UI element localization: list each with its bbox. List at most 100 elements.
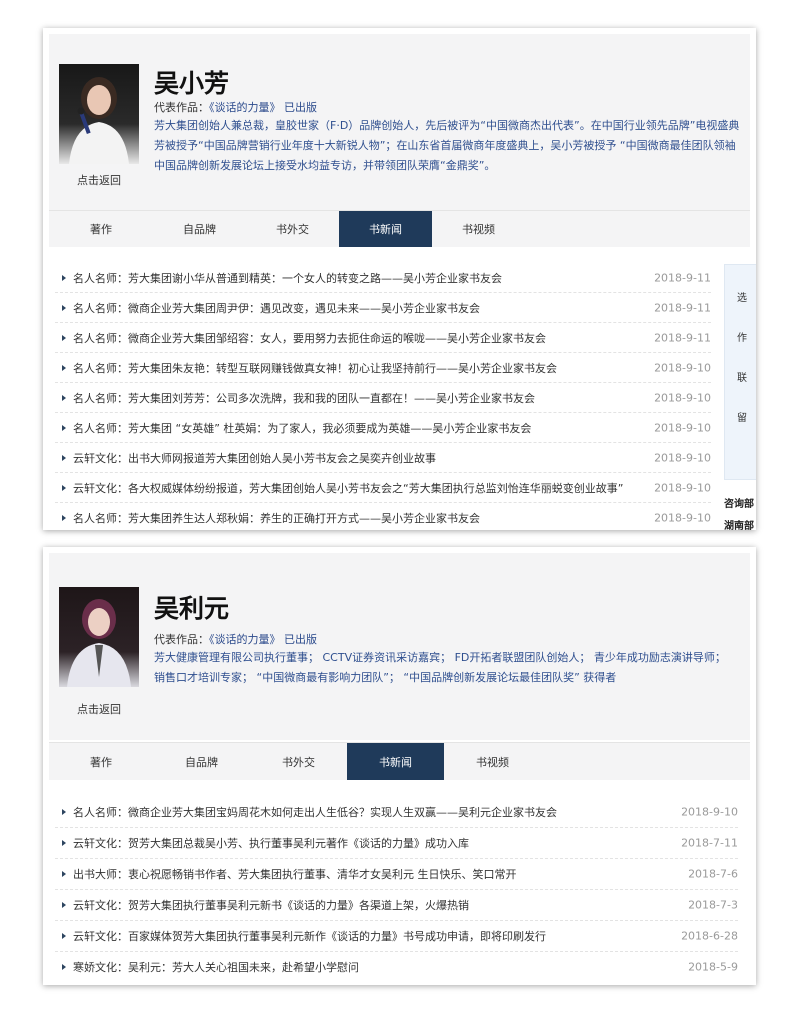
author-avatar[interactable] <box>59 64 139 164</box>
news-title[interactable]: 名人名师：芳大集团朱友艳：转型互联网赚钱做真女神！初心让我坚持前行——吴小芳企业… <box>73 360 557 376</box>
author-header: 点击返回 吴利元 代表作品：《谈话的力量》 已出版 芳大健康管理有限公司执行董事… <box>49 553 750 740</box>
tab-book-news[interactable]: 书新闻 <box>339 211 432 247</box>
bio-line: 芳大健康管理有限公司执行董事； CCTV证券资讯采访嘉宾； FD开拓者联盟团队创… <box>154 651 726 664</box>
tab-own-brand[interactable]: 自品牌 <box>153 211 246 247</box>
author-bio: 芳大健康管理有限公司执行董事； CCTV证券资讯采访嘉宾； FD开拓者联盟团队创… <box>154 648 750 688</box>
news-date: 2018-9-10 <box>654 451 711 464</box>
triangle-bullet-icon <box>62 364 66 371</box>
news-item[interactable]: 云轩文化：出书大师网报道芳大集团创始人吴小芳书友会之吴奕卉创业故事 2018-9-… <box>55 443 711 473</box>
news-item[interactable]: 云轩文化：贺芳大集团总裁吴小芳、执行董事吴利元著作《谈话的力量》成功入库 2018… <box>55 828 738 859</box>
tab-book-diplomacy[interactable]: 书外交 <box>250 743 347 780</box>
works-label: 代表作品： <box>154 633 209 646</box>
news-title[interactable]: 名人名师：芳大集团 “女英雄” 杜英娟：为了家人，我必须要成为英雄——吴小芳企业… <box>73 420 531 436</box>
news-item[interactable]: 名人名师：微商企业芳大集团宝妈周花木如何走出人生低谷？实现人生双赢——吴利元企业… <box>55 797 738 828</box>
back-link[interactable]: 点击返回 <box>59 172 139 188</box>
news-title[interactable]: 名人名师：芳大集团养生达人郑秋娟：养生的正确打开方式——吴小芳企业家书友会 <box>73 510 480 526</box>
author-card-wu-xiaofang: 点击返回 吴小芳 代表作品：《谈话的力量》 已出版 芳大集团创始人兼总裁，皇胶世… <box>43 28 756 530</box>
news-item[interactable]: 名人名师：芳大集团朱友艳：转型互联网赚钱做真女神！初心让我坚持前行——吴小芳企业… <box>55 353 711 383</box>
news-title[interactable]: 云轩文化：贺芳大集团总裁吴小芳、执行董事吴利元著作《谈话的力量》成功入库 <box>73 835 469 851</box>
works-title-link[interactable]: 《谈话的力量》 <box>209 101 281 114</box>
author-tabs: 著作 自品牌 书外交 书新闻 书视频 <box>49 210 750 247</box>
news-title[interactable]: 云轩文化：贺芳大集团执行董事吴利元新书《谈话的力量》各渠道上架，火爆热销 <box>73 897 469 913</box>
tab-book-video[interactable]: 书视频 <box>444 743 541 780</box>
triangle-bullet-icon <box>62 933 66 939</box>
triangle-bullet-icon <box>62 334 66 341</box>
side-service-panel: 选 作 联 留 <box>724 264 756 480</box>
news-date: 2018-9-10 <box>681 805 738 819</box>
news-date: 2018-5-9 <box>688 960 738 974</box>
news-list: 名人名师：芳大集团谢小华从普通到精英：一个女人的转变之路——吴小芳企业家书友会 2… <box>55 263 711 530</box>
works-status: 已出版 <box>284 633 317 646</box>
triangle-bullet-icon <box>62 840 66 846</box>
news-item[interactable]: 名人名师：微商企业芳大集团周尹伊：遇见改变，遇见未来——吴小芳企业家书友会 201… <box>55 293 711 323</box>
author-header: 点击返回 吴小芳 代表作品：《谈话的力量》 已出版 芳大集团创始人兼总裁，皇胶世… <box>49 34 750 210</box>
news-title[interactable]: 云轩文化：各大权威媒体纷纷报道，芳大集团创始人吴小芳书友会之“芳大集团执行总监刘… <box>73 480 623 496</box>
news-item[interactable]: 寒娇文化：吴利元：芳大人关心祖国未来，赴希望小学慰问 2018-5-9 <box>55 952 738 982</box>
author-name: 吴小芳 <box>154 69 230 98</box>
bio-line: 中国品牌创新发展论坛上接受水均益专访，并带领团队荣膺“金鼎奖”。 <box>154 159 496 172</box>
news-title[interactable]: 名人名师：芳大集团谢小华从普通到精英：一个女人的转变之路——吴小芳企业家书友会 <box>73 270 502 286</box>
side-item[interactable]: 作 <box>737 329 747 344</box>
news-title[interactable]: 云轩文化：出书大师网报道芳大集团创始人吴小芳书友会之吴奕卉创业故事 <box>73 450 436 466</box>
tab-own-brand[interactable]: 自品牌 <box>153 743 250 780</box>
news-date: 2018-9-10 <box>654 511 711 524</box>
triangle-bullet-icon <box>62 394 66 401</box>
news-item[interactable]: 名人名师：芳大集团养生达人郑秋娟：养生的正确打开方式——吴小芳企业家书友会 201… <box>55 503 711 530</box>
news-item[interactable]: 名人名师：芳大集团刘芳芳：公司多次洗牌，我和我的团队一直都在！——吴小芳企业家书… <box>55 383 711 413</box>
side-item[interactable]: 选 <box>737 289 747 304</box>
news-item[interactable]: 云轩文化：贺芳大集团执行董事吴利元新书《谈话的力量》各渠道上架，火爆热销 2018… <box>55 890 738 921</box>
triangle-bullet-icon <box>62 514 66 521</box>
tab-book-news[interactable]: 书新闻 <box>347 743 444 780</box>
works-title-link[interactable]: 《谈话的力量》 <box>209 633 281 646</box>
news-date: 2018-9-10 <box>654 481 711 494</box>
representative-works: 代表作品：《谈话的力量》 已出版 <box>154 99 317 115</box>
news-title[interactable]: 名人名师：微商企业芳大集团宝妈周花木如何走出人生低谷？实现人生双赢——吴利元企业… <box>73 804 557 820</box>
triangle-bullet-icon <box>62 902 66 908</box>
news-item[interactable]: 名人名师：芳大集团 “女英雄” 杜英娟：为了家人，我必须要成为英雄——吴小芳企业… <box>55 413 711 443</box>
tab-book-diplomacy[interactable]: 书外交 <box>246 211 339 247</box>
news-item[interactable]: 云轩文化：百家媒体贺芳大集团执行董事吴利元新作《谈话的力量》书号成功申请，即将印… <box>55 921 738 952</box>
triangle-bullet-icon <box>62 484 66 491</box>
news-date: 2018-9-11 <box>654 271 711 284</box>
triangle-bullet-icon <box>62 454 66 461</box>
tab-works[interactable]: 著作 <box>49 211 153 247</box>
news-title[interactable]: 名人名师：芳大集团刘芳芳：公司多次洗牌，我和我的团队一直都在！——吴小芳企业家书… <box>73 390 535 406</box>
news-item[interactable]: 云轩文化：各大权威媒体纷纷报道，芳大集团创始人吴小芳书友会之“芳大集团执行总监刘… <box>55 473 711 503</box>
news-date: 2018-6-28 <box>681 929 738 943</box>
author-portrait-image <box>69 77 129 164</box>
news-item[interactable]: 名人名师：微商企业芳大集团邹绍容：女人，要用努力去扼住命运的喉咙——吴小芳企业家… <box>55 323 711 353</box>
author-card-wu-liyuan: 点击返回 吴利元 代表作品：《谈话的力量》 已出版 芳大健康管理有限公司执行董事… <box>43 547 756 985</box>
works-status: 已出版 <box>284 101 317 114</box>
news-title[interactable]: 出书大师：衷心祝愿畅销书作者、芳大集团执行董事、清华才女吴利元 生日快乐、笑口常… <box>73 866 517 882</box>
author-name: 吴利元 <box>154 594 230 623</box>
author-tabs: 著作 自品牌 书外交 书新闻 书视频 <box>49 742 750 780</box>
side-item[interactable]: 联 <box>737 369 747 384</box>
author-bio: 芳大集团创始人兼总裁，皇胶世家（F·D）品牌创始人，先后被评为“中国微商杰出代表… <box>154 116 750 176</box>
bio-line: 芳被授予“中国品牌营销行业年度十大新锐人物”；在山东省首届微商年度盛典上，吴小芳… <box>154 139 736 152</box>
triangle-bullet-icon <box>62 274 66 281</box>
triangle-bullet-icon <box>62 424 66 431</box>
news-item[interactable]: 出书大师：衷心祝愿畅销书作者、芳大集团执行董事、清华才女吴利元 生日快乐、笑口常… <box>55 859 738 890</box>
side-item[interactable]: 留 <box>737 409 747 424</box>
news-item[interactable]: 名人名师：芳大集团谢小华从普通到精英：一个女人的转变之路——吴小芳企业家书友会 2… <box>55 263 711 293</box>
representative-works: 代表作品：《谈话的力量》 已出版 <box>154 631 317 647</box>
tab-book-video[interactable]: 书视频 <box>432 211 525 247</box>
triangle-bullet-icon <box>62 964 66 970</box>
news-title[interactable]: 云轩文化：百家媒体贺芳大集团执行董事吴利元新作《谈话的力量》书号成功申请，即将印… <box>73 928 546 944</box>
news-title[interactable]: 名人名师：微商企业芳大集团周尹伊：遇见改变，遇见未来——吴小芳企业家书友会 <box>73 300 480 316</box>
triangle-bullet-icon <box>62 304 66 311</box>
author-avatar[interactable] <box>59 587 139 687</box>
news-title[interactable]: 名人名师：微商企业芳大集团邹绍容：女人，要用努力去扼住命运的喉咙——吴小芳企业家… <box>73 330 546 346</box>
side-section-title: 湖南部 <box>724 521 754 530</box>
triangle-bullet-icon <box>62 809 66 815</box>
news-date: 2018-9-11 <box>654 301 711 314</box>
back-link[interactable]: 点击返回 <box>59 701 139 717</box>
works-label: 代表作品： <box>154 101 209 114</box>
bio-line: 销售口才培训专家； “中国微商最有影响力团队”； “中国品牌创新发展论坛最佳团队… <box>154 671 617 684</box>
news-date: 2018-7-11 <box>681 836 738 850</box>
news-date: 2018-7-6 <box>688 867 738 881</box>
news-date: 2018-9-11 <box>654 331 711 344</box>
news-title[interactable]: 寒娇文化：吴利元：芳大人关心祖国未来，赴希望小学慰问 <box>73 959 359 975</box>
tab-works[interactable]: 著作 <box>49 743 153 780</box>
news-date: 2018-7-3 <box>688 898 738 912</box>
